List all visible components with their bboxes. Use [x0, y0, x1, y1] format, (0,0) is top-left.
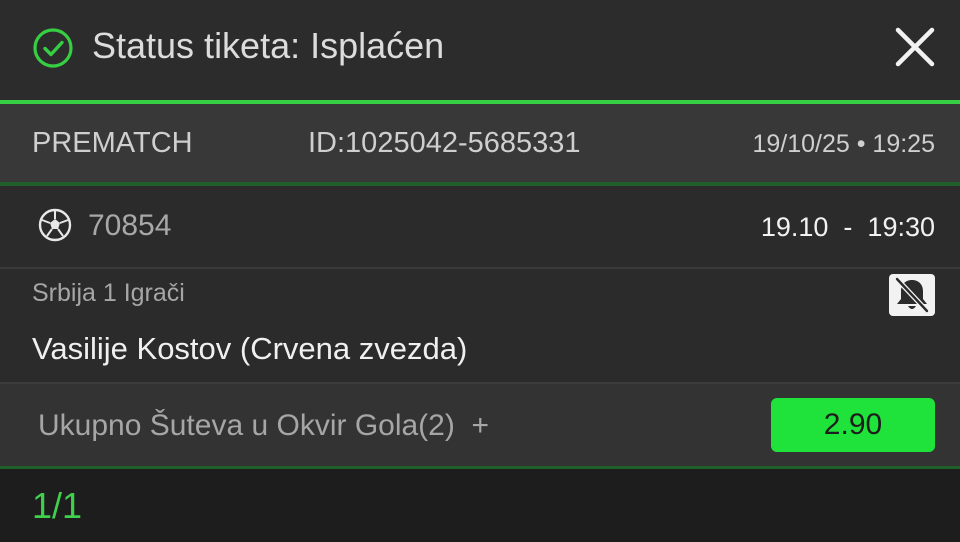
divider [0, 267, 960, 269]
soccer-ball-icon [38, 208, 72, 242]
ticket-type: PREMATCH [32, 127, 193, 159]
odds-button[interactable]: 2.90 [771, 398, 935, 452]
ticket-details-screen: Status tiketa: Isplaćen PREMATCH ID:1025… [0, 0, 960, 542]
close-icon[interactable] [890, 22, 940, 72]
bet-market: Ukupno Šuteva u Okvir Gola(2) + [38, 409, 490, 442]
league-name: Srbija 1 Igrači [32, 279, 185, 307]
match-time: 19.10 - 19:30 [760, 212, 935, 242]
ticket-datetime: 19/10/25 • 19:25 [752, 130, 935, 158]
ticket-id: ID:1025042-5685331 [308, 127, 581, 159]
player-name: Vasilije Kostov (Crvena zvezda) [32, 331, 468, 366]
match-code: 70854 [88, 209, 172, 242]
notification-toggle-button[interactable] [889, 274, 935, 316]
check-circle-icon [33, 28, 73, 68]
bet-count: 1/1 [32, 485, 83, 526]
bell-off-icon [894, 276, 930, 314]
odds-value: 2.90 [823, 408, 883, 441]
footer [0, 469, 960, 542]
ticket-status-title: Status tiketa: Isplaćen [92, 25, 445, 66]
